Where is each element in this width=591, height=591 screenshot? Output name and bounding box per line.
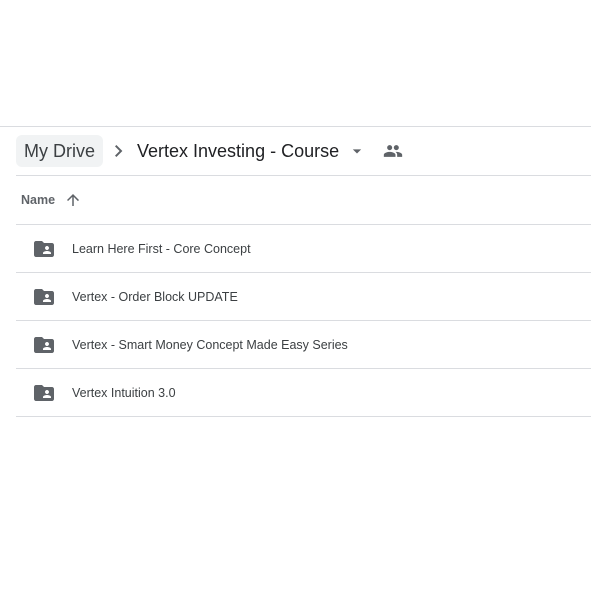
breadcrumb-current-label: Vertex Investing - Course [137,140,340,161]
breadcrumb-root-label: My Drive [24,140,95,161]
list-item-label: Vertex - Order Block UPDATE [72,289,238,304]
list-item[interactable]: Vertex - Order Block UPDATE [16,273,591,321]
shared-folder-icon [32,381,56,405]
shared-folder-icon [32,285,56,309]
shared-folder-icon [32,237,56,261]
list-item[interactable]: Learn Here First - Core Concept [16,225,591,273]
column-header: Name [16,176,591,225]
file-list: Learn Here First - Core Concept Vertex -… [16,225,591,417]
column-name-label[interactable]: Name [21,193,55,207]
list-item-label: Learn Here First - Core Concept [72,241,251,256]
list-item-label: Vertex - Smart Money Concept Made Easy S… [72,337,348,352]
breadcrumb: My Drive Vertex Investing - Course [16,135,405,167]
list-item[interactable]: Vertex - Smart Money Concept Made Easy S… [16,321,591,369]
arrow-upward-icon[interactable] [64,191,82,209]
breadcrumb-my-drive[interactable]: My Drive [16,135,103,167]
shared-folder-icon [32,333,56,357]
list-item-label: Vertex Intuition 3.0 [72,385,176,400]
list-item[interactable]: Vertex Intuition 3.0 [16,369,591,417]
people-icon[interactable] [381,139,405,163]
top-divider [0,126,591,127]
caret-down-icon [347,141,367,161]
drive-page: My Drive Vertex Investing - Course Name … [0,0,591,591]
breadcrumb-current-folder[interactable]: Vertex Investing - Course [137,141,367,162]
chevron-right-icon [107,139,131,163]
